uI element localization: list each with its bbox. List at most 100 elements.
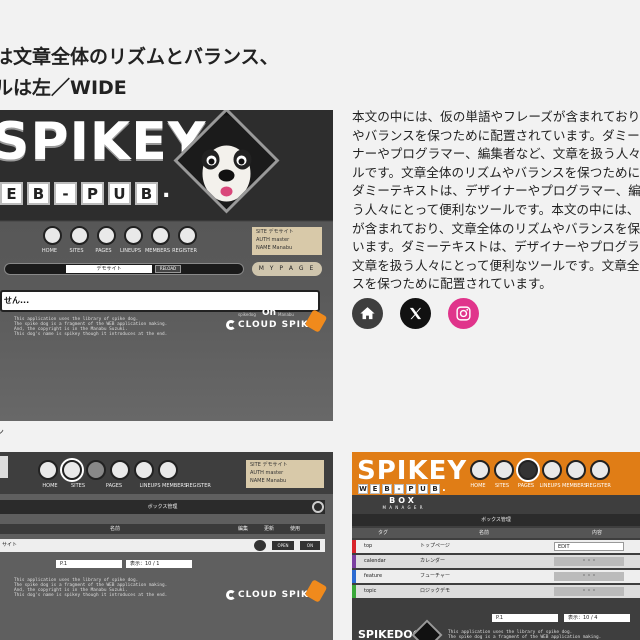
table-row[interactable]: topic ロジックデモ ・・・ (352, 585, 640, 598)
nav-labels: HOME SITES PAGES LINEUPS MEMBERS REGISTE… (36, 248, 198, 254)
nav-item-register[interactable] (177, 226, 197, 245)
row-name: トップページ (420, 543, 450, 549)
pages-icon[interactable] (518, 460, 538, 480)
nav-label: REGISTER (172, 248, 197, 254)
home-icon[interactable] (470, 460, 490, 480)
mypage-button[interactable]: M Y P A G E (252, 262, 322, 276)
logo-tile: U (418, 484, 428, 494)
logo-tile: - (54, 182, 77, 205)
cloud-c-icon (226, 590, 236, 600)
logo-tile: B (135, 182, 158, 205)
nav-label: SITES (69, 248, 84, 254)
register-icon[interactable] (158, 460, 178, 480)
panel-value: デモサイト (262, 462, 288, 468)
row-content: ・・・ (554, 587, 624, 596)
logo-dot: . (442, 483, 446, 494)
home-icon (42, 226, 62, 245)
count-select[interactable]: 表示：10 / 4 (564, 614, 630, 622)
site-select[interactable]: デモサイト (66, 265, 152, 273)
column-header: 編集 (237, 526, 248, 532)
panel-key: AUTH (256, 237, 270, 243)
home-icon[interactable] (352, 298, 383, 329)
panel-key: SITE (250, 462, 261, 468)
nav-label: PAGES (105, 483, 123, 489)
page-select[interactable]: P.1 (56, 560, 122, 568)
page-select[interactable]: P.1 (492, 614, 558, 622)
nav-label: MEMBERS (162, 483, 188, 489)
members-icon[interactable] (566, 460, 586, 480)
instagram-icon[interactable] (448, 298, 479, 329)
sites-icon[interactable] (62, 460, 82, 480)
column-header: 更新 (263, 526, 274, 532)
main-nav (470, 460, 610, 480)
lineups-icon[interactable] (110, 460, 130, 480)
lineups-icon[interactable] (542, 460, 562, 480)
site-info-panel: SITE デモサイト AUTH master NAME Manabu (252, 227, 322, 255)
section-title-bar: ボックス管理 (352, 514, 640, 526)
cloud-c-icon (226, 320, 236, 330)
table-header: 名前 編集 更新 使用 (0, 524, 325, 534)
panel-key: AUTH (250, 470, 264, 476)
screenshot-caption: ョン (0, 425, 4, 438)
home-icon[interactable] (38, 460, 58, 480)
table-row[interactable]: top トップページ EDIT (352, 540, 640, 553)
nav-labels: HOME SITES PAGES LINEUPS MEMBERS REGISTE… (466, 483, 610, 489)
members-icon[interactable] (134, 460, 154, 480)
box-manager-title: BOX M A N A G E R (358, 496, 448, 512)
row-tag: top (364, 543, 373, 549)
nav-item-home[interactable] (42, 226, 62, 245)
description-text: 本文の中には、仮の単語やフレーズが含まれており やバランスを保つために配置されて… (352, 109, 640, 292)
app-screenshot-pages: SPIKEY W E B - P U B . HOME SITES PAGES … (352, 452, 640, 640)
row-tag: topic (364, 588, 377, 594)
nav-item-sites[interactable] (69, 226, 89, 245)
footer-credits: This application uses the library of spi… (14, 578, 168, 598)
row-name: カレンダー (420, 558, 446, 564)
register-icon[interactable] (590, 460, 610, 480)
box-subtitle: M A N A G E R (382, 505, 424, 510)
nav-label: HOME (470, 483, 486, 489)
nav-label: MEMBERS (562, 483, 588, 489)
refresh-icon[interactable] (312, 501, 324, 513)
footer-credits: This application uses the library of spi… (14, 317, 168, 337)
panel-value: Manabu (266, 478, 287, 484)
footer-credits: This application uses the library of spi… (448, 630, 602, 640)
main-nav (42, 226, 197, 245)
x-icon[interactable] (400, 298, 431, 329)
row-content-select[interactable]: EDIT (554, 542, 624, 551)
nav-label: PAGES (95, 248, 112, 254)
open-button[interactable]: OPEN (272, 541, 294, 550)
page-heading-line-2: ルは左／WIDE (0, 77, 127, 99)
register-icon (177, 226, 197, 245)
count-select[interactable]: 表示：10 / 1 (126, 560, 192, 568)
app-screenshot-sites: HOME SITES PAGES LINEUPS MEMBERS REGISTE… (0, 452, 333, 640)
main-nav (38, 460, 178, 480)
nav-label: REGISTER (186, 483, 211, 489)
sites-icon[interactable] (494, 460, 514, 480)
logo-tile: B (382, 484, 392, 494)
row-tag: feature (364, 573, 383, 579)
nav-item-pages[interactable] (96, 226, 116, 245)
spikey-logo: SPIKEY (357, 456, 468, 486)
logo-tiles: E B - P U B . (0, 180, 170, 205)
pages-icon[interactable] (86, 460, 106, 480)
column-header: 内容 (591, 530, 602, 536)
site-info-panel: SITE デモサイト AUTH master NAME Manabu (246, 460, 324, 488)
logo-tiles: W E B - P U B . (358, 484, 446, 494)
logo-tile: E (0, 182, 23, 205)
table-row[interactable]: feature フューチャー ・・・ (352, 570, 640, 583)
logo-tile: W (358, 484, 368, 494)
nav-label: HOME (42, 483, 58, 489)
logo-tile: B (430, 484, 440, 494)
nav-label: HOME (41, 248, 58, 254)
table-row[interactable]: calendar カレンダー ・・・ (352, 555, 640, 568)
column-header: 使用 (289, 526, 300, 532)
nav-item-lineups[interactable] (123, 226, 143, 245)
edit-icon[interactable] (254, 540, 266, 551)
reload-button[interactable]: RELOAD (155, 265, 181, 273)
on-button[interactable]: ON (300, 541, 320, 550)
page-heading-line-1: は文章全体のリズムとバランス、 (0, 46, 279, 68)
nav-item-members[interactable] (150, 226, 170, 245)
nav-label: SITES (70, 483, 86, 489)
cloud-sub-label: spikedog (238, 312, 256, 317)
logo-tile: - (394, 484, 404, 494)
